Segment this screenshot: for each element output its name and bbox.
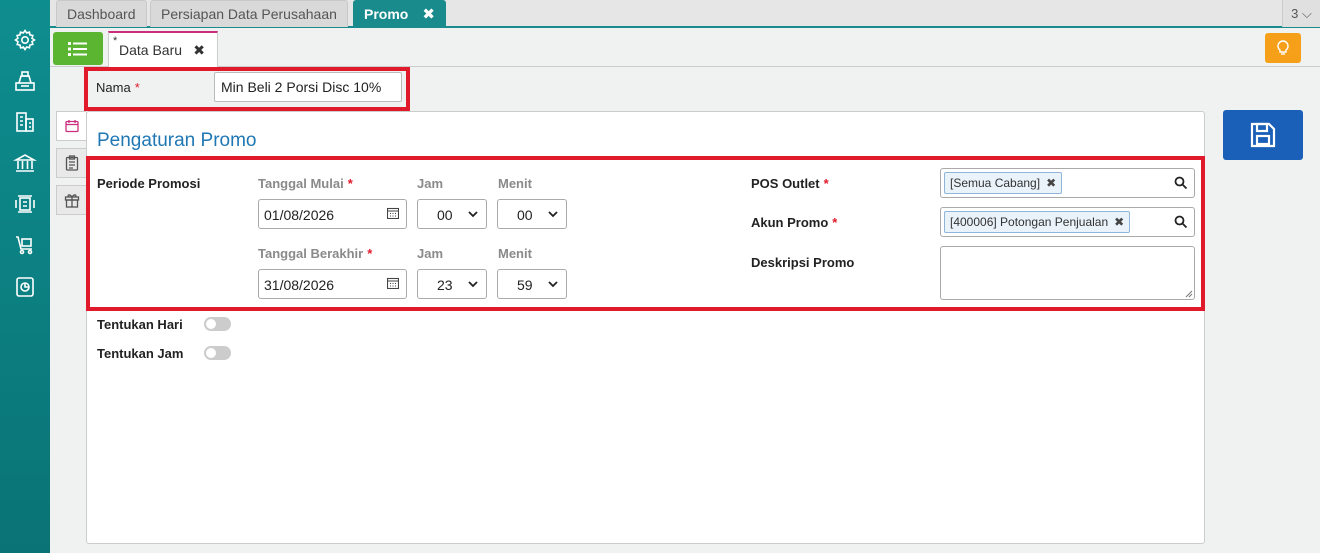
resize-grip-icon[interactable] bbox=[1185, 290, 1193, 298]
start-hour-label: Jam bbox=[417, 176, 444, 191]
mini-tab-calendar[interactable] bbox=[56, 111, 86, 141]
gift-icon bbox=[64, 194, 79, 208]
list-menu-button[interactable] bbox=[53, 32, 103, 65]
akun-promo-label-text: Akun Promo bbox=[751, 215, 829, 230]
nama-input[interactable] bbox=[214, 72, 402, 102]
save-icon bbox=[1250, 122, 1276, 148]
doc-tab-label: Data Baru bbox=[119, 42, 183, 58]
akun-chip: [400006] Potongan Penjualan ✖ bbox=[944, 211, 1131, 233]
nama-label-text: Nama bbox=[96, 80, 131, 95]
end-hour-select[interactable]: 23 bbox=[417, 269, 487, 299]
save-button[interactable] bbox=[1223, 110, 1303, 160]
start-minute-label: Menit bbox=[498, 176, 532, 191]
list-icon bbox=[68, 41, 87, 56]
outlet-chip: [Semua Cabang] ✖ bbox=[944, 172, 1063, 194]
top-tab-bar: Dashboard Persiapan Data Perusahaan Prom… bbox=[50, 0, 1320, 28]
mini-tab-gift[interactable] bbox=[56, 185, 86, 215]
panel-title: Pengaturan Promo bbox=[97, 130, 257, 151]
deskripsi-label: Deskripsi Promo bbox=[751, 255, 855, 270]
start-hour-select[interactable]: 00 bbox=[417, 199, 487, 229]
tentukan-jam-toggle[interactable] bbox=[204, 346, 231, 360]
end-minute-value: 59 bbox=[517, 277, 533, 293]
calendar-icon[interactable] bbox=[387, 207, 399, 219]
report-icon[interactable] bbox=[12, 274, 38, 300]
settings-icon[interactable] bbox=[12, 27, 38, 53]
nama-label: Nama * bbox=[96, 80, 140, 95]
required-mark: * bbox=[823, 176, 829, 191]
start-date-label-text: Tanggal Mulai bbox=[258, 176, 344, 191]
required-mark: * bbox=[832, 215, 838, 230]
calendar-icon bbox=[64, 120, 79, 133]
remove-chip-icon[interactable]: ✖ bbox=[1046, 176, 1056, 190]
mini-tab-clipboard[interactable] bbox=[56, 148, 86, 178]
outlet-chip-label: [Semua Cabang] bbox=[950, 176, 1041, 190]
sidebar bbox=[0, 0, 50, 553]
bank-icon[interactable] bbox=[12, 150, 38, 176]
start-date-input[interactable]: 01/08/2026 bbox=[258, 199, 407, 229]
start-minute-select[interactable]: 00 bbox=[497, 199, 567, 229]
tentukan-hari-toggle[interactable] bbox=[204, 317, 231, 331]
pos-outlet-label-text: POS Outlet bbox=[751, 176, 820, 191]
periode-label: Periode Promosi bbox=[97, 176, 201, 191]
sub-toolbar: * Data Baru ✖ bbox=[50, 28, 1320, 67]
search-icon[interactable] bbox=[1174, 176, 1188, 190]
start-minute-value: 00 bbox=[517, 207, 533, 223]
pos-outlet-input[interactable]: [Semua Cabang] ✖ bbox=[940, 168, 1195, 198]
tab-label: Promo bbox=[364, 6, 409, 22]
start-date-label: Tanggal Mulai * bbox=[258, 176, 353, 191]
deskripsi-textarea[interactable] bbox=[940, 246, 1195, 300]
chevron-down-icon bbox=[548, 281, 558, 288]
tab-persiapan-data[interactable]: Persiapan Data Perusahaan bbox=[150, 0, 348, 27]
building-icon[interactable] bbox=[12, 109, 38, 135]
akun-chip-label: [400006] Potongan Penjualan bbox=[950, 215, 1109, 229]
chevron-down-icon bbox=[468, 281, 478, 288]
tentukan-jam-label: Tentukan Jam bbox=[97, 346, 184, 361]
tab-label: Persiapan Data Perusahaan bbox=[161, 6, 337, 22]
lightbulb-icon bbox=[1277, 40, 1289, 55]
required-mark: * bbox=[134, 80, 140, 95]
calendar-icon[interactable] bbox=[387, 277, 399, 289]
tips-button[interactable] bbox=[1265, 33, 1301, 63]
tab-promo[interactable]: Promo ✖ bbox=[353, 0, 446, 27]
cash-register-icon[interactable] bbox=[12, 68, 38, 94]
search-icon[interactable] bbox=[1174, 215, 1188, 229]
tab-count-dropdown[interactable]: 3 ⌵ bbox=[1282, 0, 1320, 27]
end-minute-select[interactable]: 59 bbox=[497, 269, 567, 299]
close-icon[interactable]: ✖ bbox=[422, 6, 435, 23]
tentukan-hari-label: Tentukan Hari bbox=[97, 317, 183, 332]
akun-promo-label: Akun Promo * bbox=[751, 215, 837, 230]
pos-outlet-label: POS Outlet * bbox=[751, 176, 829, 191]
chevron-down-icon bbox=[548, 211, 558, 218]
start-date-value: 01/08/2026 bbox=[264, 207, 335, 223]
end-date-label-text: Tanggal Berakhir bbox=[258, 246, 364, 261]
start-hour-value: 00 bbox=[437, 207, 453, 223]
akun-promo-input[interactable]: [400006] Potongan Penjualan ✖ bbox=[940, 207, 1195, 237]
required-mark: * bbox=[347, 176, 353, 191]
end-date-input[interactable]: 31/08/2026 bbox=[258, 269, 407, 299]
doc-tab-data-baru[interactable]: * Data Baru ✖ bbox=[108, 31, 218, 67]
end-date-value: 31/08/2026 bbox=[264, 277, 335, 293]
clipboard-icon bbox=[65, 155, 78, 171]
tab-dashboard[interactable]: Dashboard bbox=[56, 0, 147, 27]
required-mark: * bbox=[367, 246, 373, 261]
tab-count-label: 3 ⌵ bbox=[1291, 6, 1312, 21]
end-minute-label: Menit bbox=[498, 246, 532, 261]
modified-mark: * bbox=[113, 35, 118, 47]
close-icon[interactable]: ✖ bbox=[193, 42, 205, 59]
chevron-down-icon bbox=[468, 211, 478, 218]
tab-label: Dashboard bbox=[67, 6, 136, 22]
end-hour-value: 23 bbox=[437, 277, 453, 293]
cart-icon[interactable] bbox=[12, 232, 38, 258]
remove-chip-icon[interactable]: ✖ bbox=[1114, 215, 1124, 229]
inventory-icon[interactable] bbox=[12, 191, 38, 217]
end-date-label: Tanggal Berakhir * bbox=[258, 246, 372, 261]
end-hour-label: Jam bbox=[417, 246, 444, 261]
